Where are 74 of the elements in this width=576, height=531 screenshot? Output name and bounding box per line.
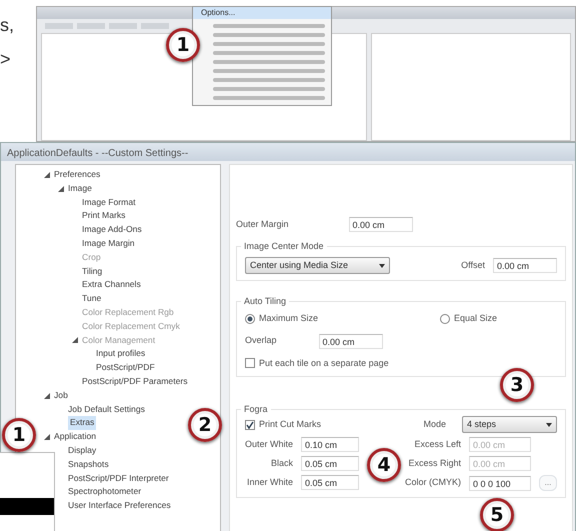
tree-item[interactable]: Spectrophotometer [68, 485, 142, 500]
field-label: Overlap [245, 334, 277, 348]
tree-item[interactable]: Tiling [82, 264, 102, 278]
dropdown[interactable]: Center using Media Size [245, 257, 390, 274]
dropdown[interactable]: 4 steps [462, 416, 557, 433]
expand-arrow-icon[interactable] [72, 337, 78, 344]
expand-arrow-icon[interactable] [58, 186, 64, 192]
field-label: Equal Size [454, 312, 497, 325]
field-label: Color (CMYK) [404, 476, 461, 490]
tree-item[interactable]: Preferences [54, 168, 100, 182]
blurred-menu-item[interactable] [213, 24, 325, 28]
tree-item[interactable]: Image Add-Ons [82, 223, 142, 237]
tree-item[interactable]: Display [68, 444, 96, 458]
expand-arrow-icon[interactable] [44, 434, 50, 440]
field-label: Put each tile on a separate page [259, 356, 389, 370]
field-label: Maximum Size [259, 312, 318, 325]
input-field[interactable]: 0.05 cm [301, 456, 360, 471]
blurred-menu-item[interactable] [213, 69, 325, 73]
input-field[interactable]: 0.10 cm [301, 437, 360, 452]
blurred-menu-item[interactable] [213, 60, 325, 64]
tree-item[interactable]: Image [68, 182, 92, 196]
toolbar-button[interactable] [109, 23, 137, 29]
tree-item[interactable]: Application [54, 430, 96, 444]
tree-item[interactable]: PostScript/PDF Interpreter [68, 472, 169, 486]
toolbar-button[interactable] [141, 23, 169, 29]
blurred-menu-item[interactable] [213, 33, 325, 37]
field-label: Offset [461, 258, 485, 272]
blurred-menu-item[interactable] [213, 96, 325, 100]
tree-item[interactable]: User Interface Preferences [68, 499, 171, 513]
tree-item[interactable]: Tune [82, 292, 102, 306]
group-title: Auto Tiling [241, 295, 290, 308]
tree-item[interactable]: Extras [68, 416, 96, 430]
tree-item[interactable]: Extra Channels [82, 278, 141, 292]
blurred-menu-item[interactable] [213, 51, 325, 55]
window-title: ApplicationDefaults - --Custom Settings-- [1, 143, 575, 161]
field-label: Excess Right [408, 456, 461, 470]
field-label: Print Cut Marks [259, 418, 322, 431]
blurred-menu-item[interactable] [213, 42, 325, 46]
radio-button[interactable] [245, 314, 255, 324]
dropdown-arrow-icon [379, 264, 385, 268]
dropdown-arrow-icon [546, 422, 552, 426]
blurred-menu-item[interactable] [213, 78, 325, 82]
field-label: Outer White [245, 438, 294, 451]
tree-item[interactable]: Print Marks [82, 209, 126, 224]
group-title: Image Center Mode [241, 240, 327, 254]
field-label: Outer Margin [236, 218, 289, 231]
input-field[interactable]: 0.00 cm [493, 258, 557, 273]
input-field[interactable]: 0.05 cm [301, 475, 360, 490]
expand-arrow-icon[interactable] [44, 172, 50, 178]
color-picker-button[interactable]: ... [539, 475, 557, 491]
field-label: Mode [423, 418, 446, 431]
blurred-menu-item[interactable] [213, 87, 325, 91]
expand-arrow-icon[interactable] [44, 392, 50, 399]
tree-item[interactable]: PostScript/PDF Parameters [82, 374, 188, 389]
radio-button[interactable] [440, 314, 450, 324]
checkbox[interactable] [245, 420, 255, 430]
tree-item[interactable]: Job [54, 388, 68, 403]
tree-item[interactable]: Image Margin [82, 236, 135, 251]
toolbar-button[interactable] [77, 23, 105, 29]
toolbar-button[interactable] [45, 23, 73, 29]
group-title: Fogra [241, 403, 271, 416]
text-fragment: > [0, 50, 12, 68]
tree-item[interactable]: Snapshots [68, 458, 109, 472]
field-label: Black [271, 456, 294, 470]
tree-item[interactable]: Job Default Settings [68, 402, 145, 416]
text-fragment: s, [0, 16, 16, 34]
menu-item[interactable]: Options... [193, 7, 331, 19]
input-field[interactable]: 0.00 cm [318, 334, 383, 348]
input-field[interactable]: 0.00 cm [348, 217, 413, 232]
checkbox[interactable] [245, 358, 255, 368]
input-field[interactable]: 0 0 0 100 [469, 476, 531, 490]
field-label: Excess Left [414, 438, 461, 451]
field-label: Inner White [246, 476, 294, 489]
tree-item[interactable]: Image Format [82, 196, 136, 210]
